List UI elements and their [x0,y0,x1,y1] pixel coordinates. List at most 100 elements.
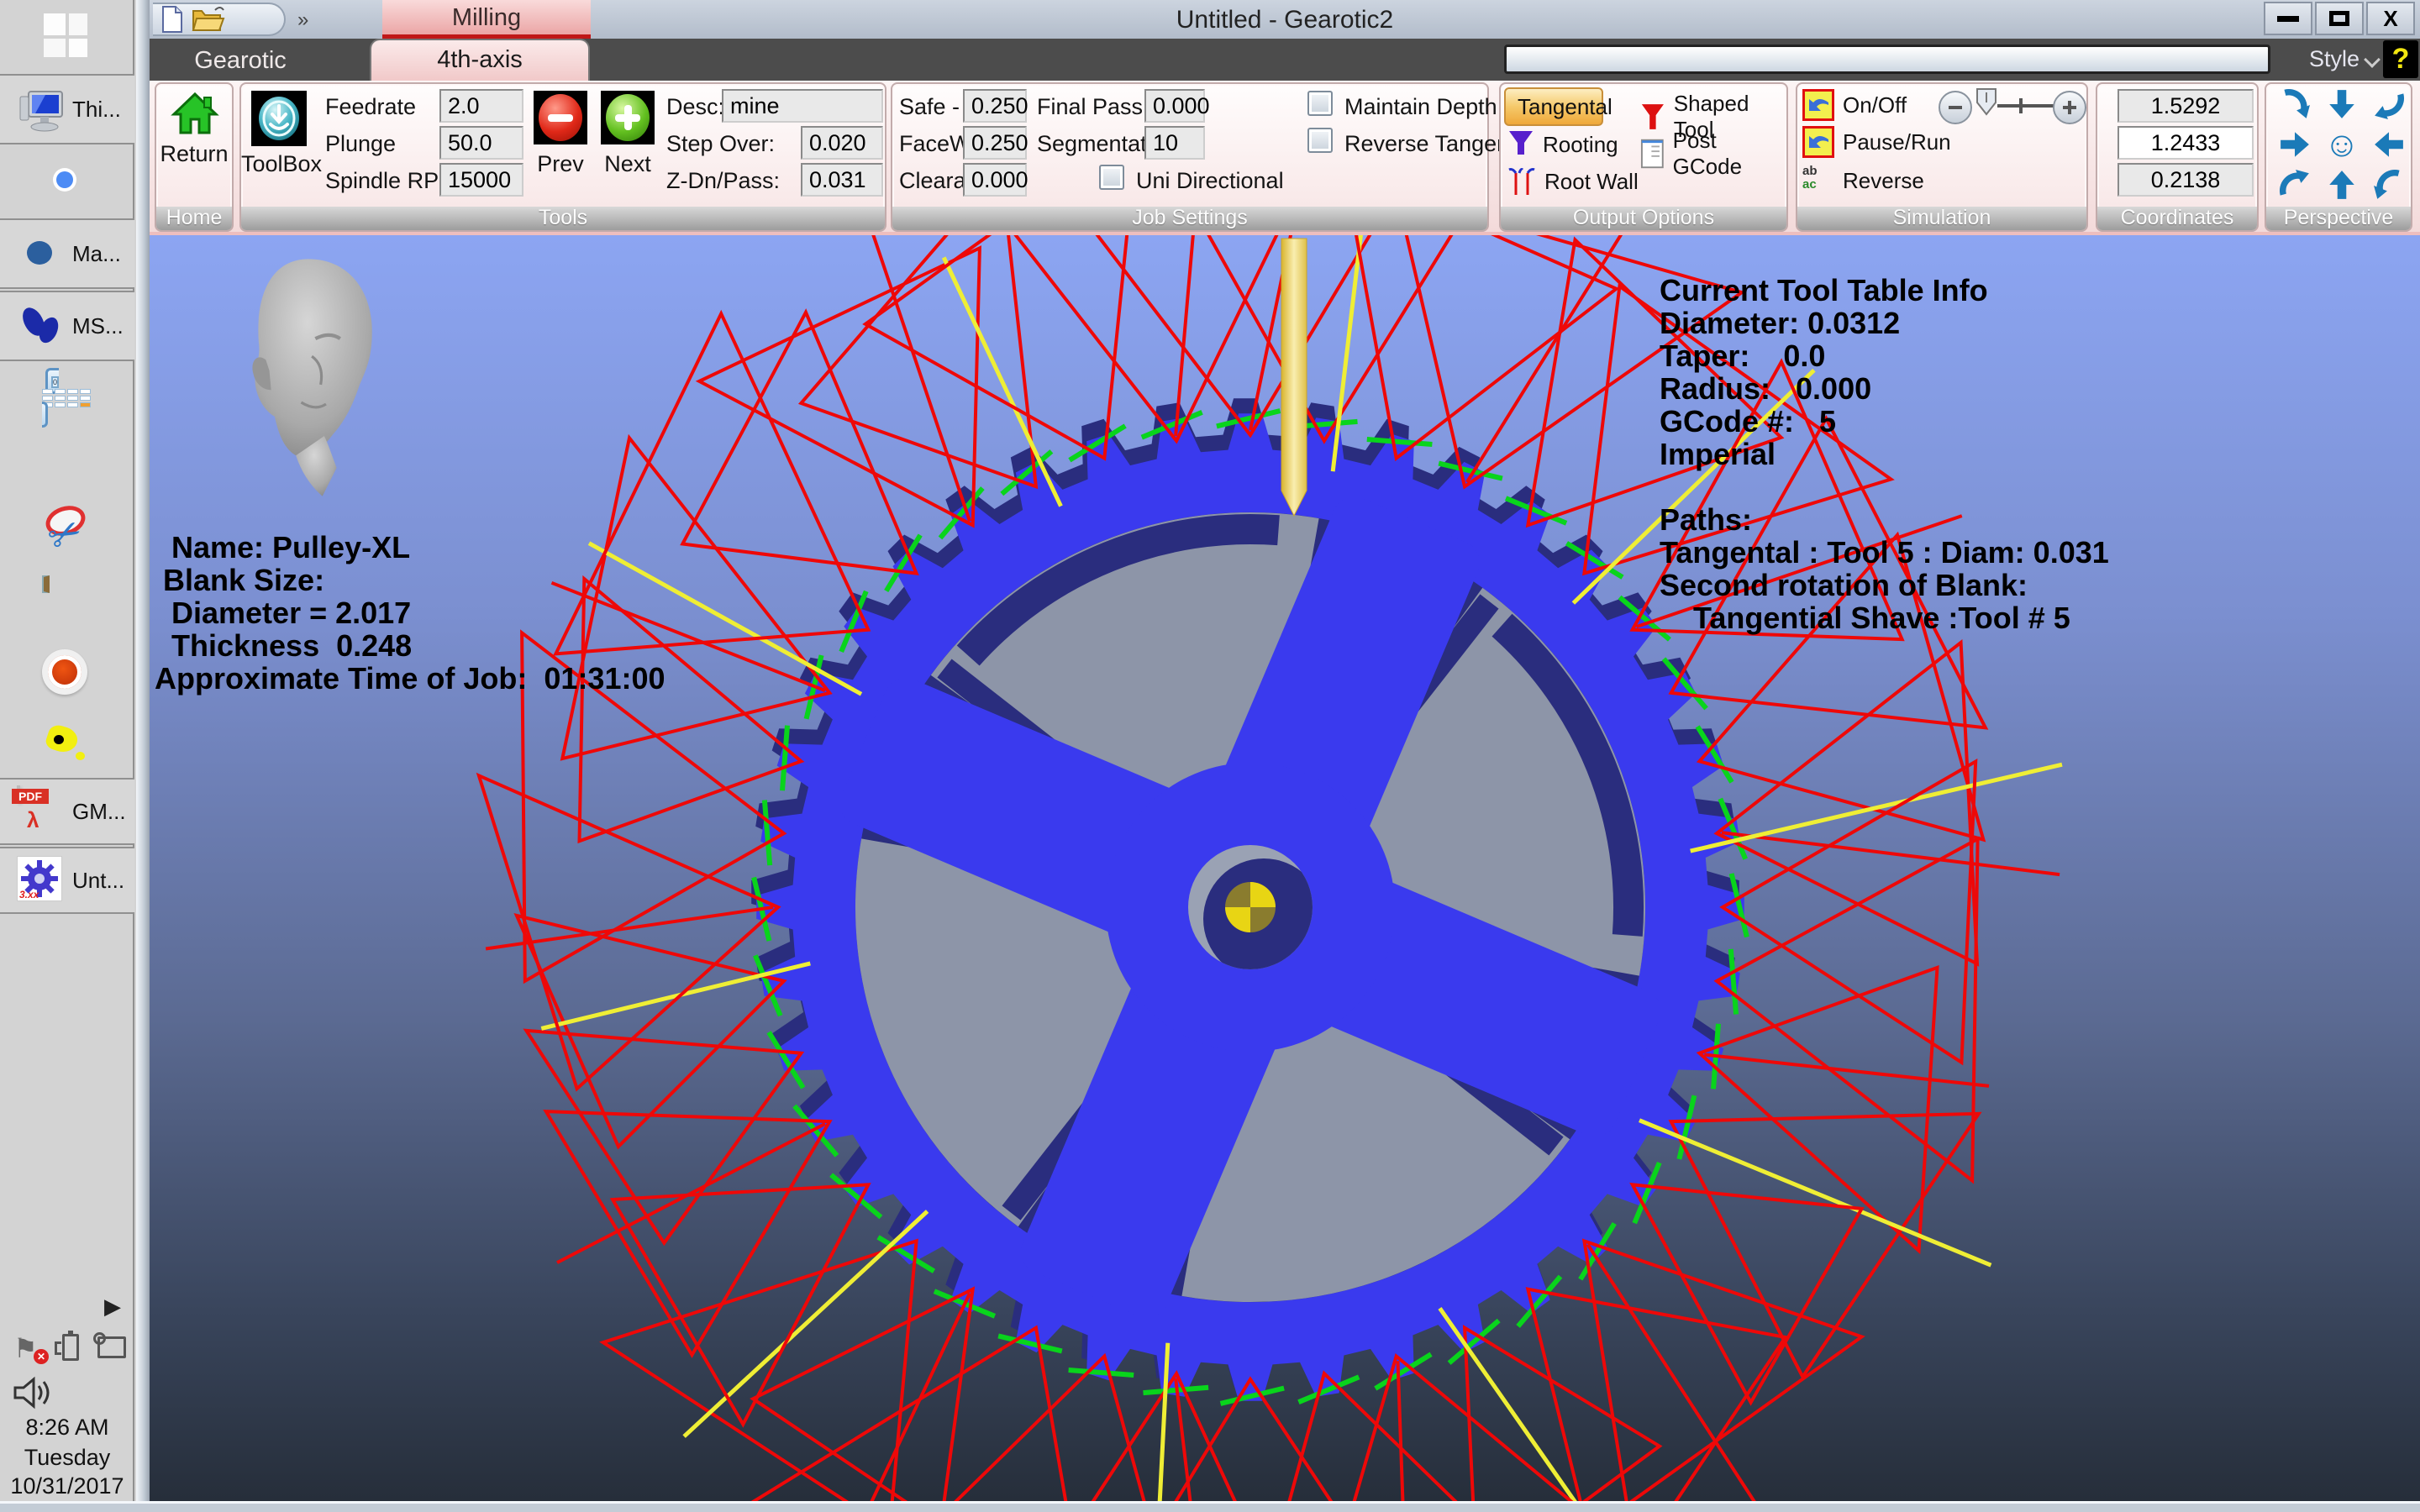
clearance-input[interactable]: 0.000 [963,163,1027,197]
viewport-3d[interactable]: Name: Pulley-XL Blank Size: Diameter = 2… [150,235,2420,1501]
sidebar-item-gearotic-file[interactable]: 3.xx Unt... [0,847,134,914]
notepad-icon [42,577,91,626]
sidebar-item-chrome[interactable] [0,146,134,217]
return-label: Return [156,141,232,167]
rotate-curve-icon[interactable] [2365,84,2412,124]
return-button[interactable] [171,89,219,136]
segmentation-input[interactable]: 10 [1144,126,1205,160]
sidebar-item-snipping-tool[interactable]: ✂ [0,494,134,564]
record-icon [42,649,91,698]
rotate-curve-icon[interactable] [2271,84,2318,124]
slider-pointer-icon[interactable] [1975,87,1997,116]
post-gcode-label: Post GCode [1673,128,1786,180]
spindle-rpm-input[interactable]: 15000 [439,163,523,197]
speaker-icon[interactable] [12,1376,52,1410]
root-wall-button[interactable]: Root Wall [1507,166,1639,197]
network-icon[interactable] [97,1336,126,1358]
feedrate-input[interactable]: 2.0 [439,89,523,123]
toolbox-icon [255,94,303,143]
sidebar-item-windows[interactable] [0,0,134,72]
onoff-button[interactable]: On/Off [1802,89,1907,121]
zoom-out-button[interactable] [1939,91,1972,124]
sidebar-item-label: MS... [72,313,124,339]
title-bar: » Milling Untitled - Gearotic2 X [150,0,2420,39]
tray-expand-icon[interactable]: ▶ [104,1294,121,1320]
plunge-input[interactable]: 50.0 [439,126,523,160]
tangental-button[interactable]: Tangental [1504,87,1603,126]
pause-run-button[interactable]: Pause/Run [1802,126,1951,158]
style-label[interactable]: Style [2309,46,2360,72]
snipping-tool-icon: ✂ [42,505,91,554]
rooting-label: Rooting [1543,132,1618,158]
shape-app-icon [42,720,91,769]
reverse-label: Reverse [1843,168,1924,194]
post-gcode-button[interactable]: Post GCode [1640,128,1786,180]
slider-track[interactable] [1997,104,2056,108]
coordinate-x-value[interactable]: 1.5292 [2118,89,2254,123]
uni-directional-checkbox[interactable] [1099,165,1124,190]
maximize-button[interactable] [2315,2,2364,35]
ribbon: Return Home ToolBox Fee [150,81,2420,235]
toolbox-button[interactable] [251,91,307,146]
maximize-icon [2329,11,2349,26]
group-tools: ToolBox Feedrate 2.0 Plunge 50.0 Spindle… [239,82,886,232]
reset-view-button[interactable]: ☺ [2318,124,2365,165]
group-coordinates: 1.5292 1.2433 0.2138 Coordinates [2096,82,2259,232]
reverse-tangent-label: Reverse Tangent [1344,131,1516,157]
sidebar-item-calculator[interactable]: 0 [0,363,134,433]
sidebar-item-recorder[interactable] [0,638,134,709]
tab-4th-axis[interactable]: 4th-axis [370,39,590,81]
group-label-coordinates: Coordinates [2097,207,2257,230]
sidebar-item-msn[interactable]: MS... [0,291,134,361]
head-model [230,254,390,501]
reverse-tangent-checkbox[interactable] [1307,128,1333,153]
pdf-file-icon: PDFλ [17,787,66,836]
arrow-up-icon[interactable] [2318,165,2365,205]
step-over-input[interactable]: 0.020 [801,126,883,160]
rotate-curve-icon[interactable] [2271,165,2318,205]
feedrate-label: Feedrate [325,94,416,120]
home-icon [171,89,219,136]
battery-icon[interactable] [62,1334,79,1361]
group-job-settings: Safe - Z: 0.250 FaceWidth 0.250 Clearanc… [891,82,1489,232]
help-button[interactable]: ? [2383,40,2418,78]
sidebar-item-shape-app[interactable] [0,711,134,778]
coordinate-y-value[interactable]: 1.2433 [2118,126,2254,160]
safe-z-input[interactable]: 0.250 [963,89,1027,123]
next-button[interactable] [601,91,655,144]
sidebar-item-firefox[interactable]: Ma... [0,218,134,289]
sidebar-item-notepad[interactable] [0,566,134,637]
group-output-options: Tangental Shaped Tool Rooting Post GCode [1499,82,1788,232]
reverse-button[interactable]: abac Reverse [1802,165,1924,197]
final-pass-label: Final Pass: [1037,94,1150,120]
desc-input[interactable]: mine [722,89,883,123]
chevron-down-icon[interactable] [2364,51,2381,68]
minimize-button[interactable] [2264,2,2312,35]
zoom-in-button[interactable] [2053,91,2086,124]
final-pass-input[interactable]: 0.000 [1144,89,1205,123]
chrome-icon [42,157,91,206]
group-simulation: On/Off Pause/Run abac Reverse [1796,82,2088,232]
sidebar-item-this-pc[interactable]: Thi... [0,74,134,144]
facewidth-input[interactable]: 0.250 [963,126,1027,160]
sidebar-item-label: GM... [72,799,126,825]
arrow-down-icon[interactable] [2318,84,2365,124]
rotate-curve-icon[interactable] [2365,165,2412,205]
gear-file-icon: 3.xx [17,856,66,905]
close-button[interactable]: X [2366,2,2415,35]
prev-button[interactable] [534,91,587,144]
step-over-label: Step Over: [666,131,775,157]
desc-label: Desc: [666,94,724,120]
action-center-icon[interactable]: ⚑✕ [13,1332,44,1362]
z-dn-pass-input[interactable]: 0.031 [801,163,883,197]
coordinate-z-value[interactable]: 0.2138 [2118,163,2254,197]
sidebar-item-pdf[interactable]: PDFλ GM... [0,778,134,845]
maintain-depth-checkbox[interactable] [1307,91,1333,116]
windows-logo-icon [42,12,91,60]
group-label-output-options: Output Options [1501,207,1786,230]
gearotic-app: Thi... Ma... MS... 0 ✂ [0,0,2420,1512]
arrow-left-icon[interactable] [2365,124,2412,165]
rooting-button[interactable]: Rooting [1507,129,1618,160]
arrow-right-icon[interactable] [2271,124,2318,165]
tab-gearotic[interactable]: Gearotic [173,42,308,79]
